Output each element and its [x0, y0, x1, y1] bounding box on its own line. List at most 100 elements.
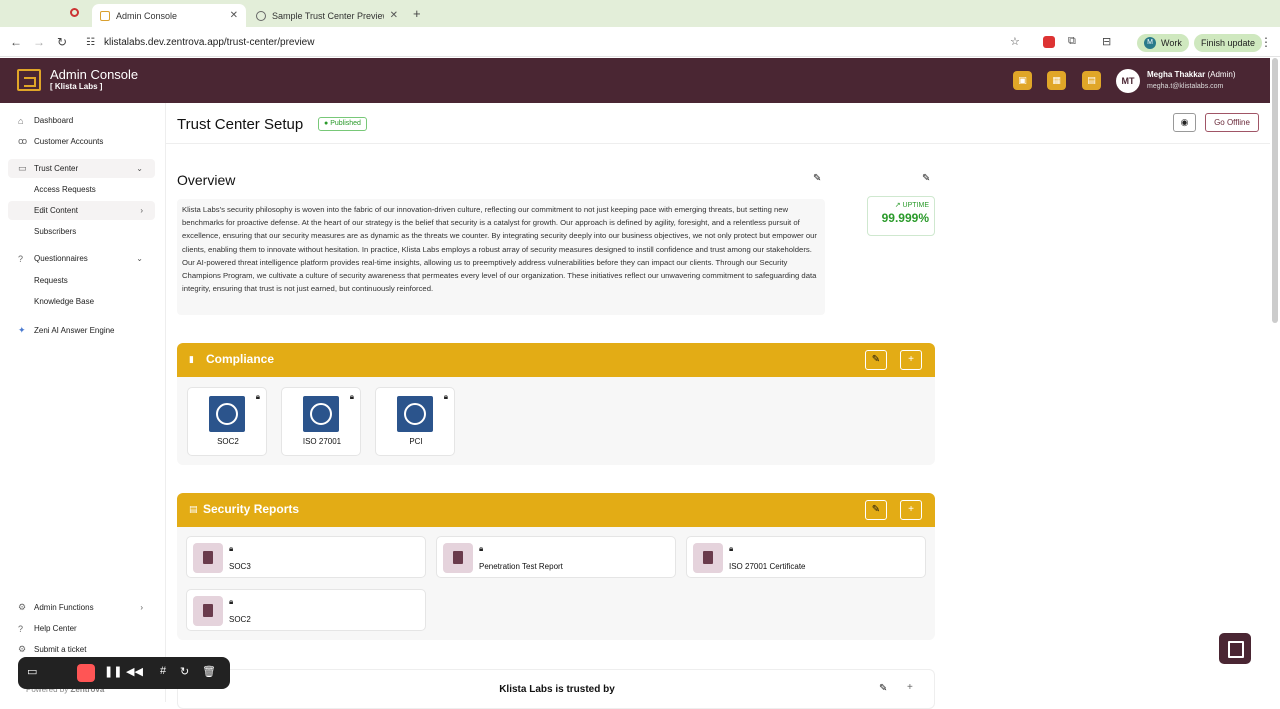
extensions-puzzle-icon[interactable]: ⧉: [1068, 35, 1076, 48]
chevron-right-icon: ›: [140, 206, 143, 215]
report-card-iso27001-cert[interactable]: 🔒︎ ISO 27001 Certificate: [686, 536, 926, 578]
sidebar-item-dashboard[interactable]: ⌂ Dashboard: [8, 111, 155, 130]
site-settings-icon[interactable]: ☷: [86, 37, 95, 48]
tab-admin-console[interactable]: Admin Console ✕: [92, 4, 246, 27]
user-avatar[interactable]: MT: [1116, 69, 1140, 93]
add-report-button[interactable]: +: [900, 500, 922, 520]
edit-trusted-pencil-icon[interactable]: ✎: [879, 683, 887, 694]
sidebar: ⌂ Dashboard ꝏ Customer Accounts ▭ Trust Cen…: [0, 103, 166, 702]
preview-button[interactable]: ◉: [1173, 113, 1196, 132]
sidebar-item-subscribers[interactable]: Subscribers: [8, 222, 155, 241]
plus-icon: +: [908, 504, 914, 515]
sidebar-item-access-requests[interactable]: Access Requests: [8, 180, 155, 199]
forward-icon[interactable]: →: [33, 35, 45, 49]
sidebar-item-knowledge-base[interactable]: Knowledge Base: [8, 292, 155, 311]
new-tab-icon[interactable]: +: [413, 6, 421, 21]
grid-icon[interactable]: #: [160, 665, 166, 677]
sidebar-item-requests[interactable]: Requests: [8, 271, 155, 290]
app-title: Admin Console: [50, 67, 139, 82]
tab-close-icon[interactable]: ✕: [390, 10, 398, 21]
tab-trust-center-preview[interactable]: Sample Trust Center Preview ✕: [248, 4, 406, 27]
trust-center-icon: ▭: [18, 163, 27, 173]
edit-overview-pencil-icon[interactable]: ✎: [813, 173, 821, 184]
globe-icon: [256, 10, 266, 21]
plus-icon: +: [908, 354, 914, 365]
browser-menu-icon[interactable]: ⋮: [1260, 35, 1272, 49]
help-icon: ?: [18, 623, 24, 634]
edit-reports-button[interactable]: ✎: [865, 500, 887, 520]
cert-logo-icon: [303, 396, 339, 432]
document-icon[interactable]: ▤: [1082, 71, 1101, 90]
sidebar-item-label: Submit a ticket: [34, 645, 87, 654]
add-trusted-plus-icon[interactable]: +: [907, 682, 913, 693]
calendar-icon[interactable]: ▣: [1013, 71, 1032, 90]
report-card-soc2[interactable]: 🔒︎ SOC2: [186, 589, 426, 631]
app-logo-icon: [17, 69, 41, 91]
go-offline-button[interactable]: Go Offline: [1205, 113, 1259, 132]
sidebar-item-label: Customer Accounts: [34, 137, 104, 146]
trash-icon[interactable]: 🗑︎: [202, 665, 216, 678]
sidebar-item-zeni-ai[interactable]: ✦ Zeni AI Answer Engine: [8, 321, 155, 340]
uptime-value: 99.999%: [881, 211, 929, 225]
sidebar-item-customer-accounts[interactable]: ꝏ Customer Accounts: [8, 132, 155, 151]
trusted-by-section: Klista Labs is trusted by ✎ +: [177, 669, 935, 709]
reload-icon[interactable]: ↻: [57, 35, 67, 49]
bookmark-star-icon[interactable]: ☆: [1010, 35, 1020, 48]
stop-recording-button[interactable]: [77, 664, 95, 682]
chevron-down-icon: ⌄: [136, 254, 143, 263]
chat-widget-button[interactable]: [1219, 633, 1251, 664]
lock-icon: 🔒︎: [443, 392, 448, 401]
back-icon[interactable]: ←: [10, 35, 22, 49]
trusted-by-title: Klista Labs is trusted by: [499, 684, 615, 695]
sidebar-item-admin-functions[interactable]: ⚙ Admin Functions ›: [8, 598, 155, 617]
add-compliance-button[interactable]: +: [900, 350, 922, 370]
apps-grid-icon[interactable]: ▦: [1047, 71, 1066, 90]
restart-icon[interactable]: ↻: [180, 665, 189, 678]
lock-icon: 🔒︎: [349, 392, 354, 401]
pause-icon[interactable]: ❚❚: [104, 665, 122, 678]
compliance-body: 🔒︎ SOC2 🔒︎ ISO 27001 🔒︎ PCI: [177, 377, 935, 465]
cert-name: SOC2: [217, 437, 239, 446]
eye-icon: ◉: [1180, 117, 1189, 127]
badge-icon: ▮: [189, 354, 194, 364]
sidebar-item-help-center[interactable]: ? Help Center: [8, 619, 155, 638]
finish-update-button[interactable]: Finish update: [1194, 34, 1263, 52]
sidebar-item-label: Edit Content: [34, 206, 79, 215]
questionnaire-icon: ?: [18, 253, 24, 264]
document-icon: [443, 543, 473, 573]
sidebar-item-edit-content[interactable]: Edit Content ›: [8, 201, 155, 220]
compliance-title: Compliance: [206, 352, 275, 366]
report-card-pentest[interactable]: 🔒︎ Penetration Test Report: [436, 536, 676, 578]
file-icon: ▤: [189, 504, 198, 514]
compliance-card-pci[interactable]: 🔒︎ PCI: [375, 387, 455, 456]
camera-icon[interactable]: ▭: [27, 665, 37, 678]
profile-pill[interactable]: M Work: [1137, 34, 1189, 52]
url-field[interactable]: klistalabs.dev.zentrova.app/trust-center…: [104, 37, 314, 48]
browser-tab-strip: Admin Console ✕ Sample Trust Center Prev…: [0, 0, 1280, 27]
tab-search-icon[interactable]: ⊟: [1102, 35, 1111, 48]
lock-icon: 🔒︎: [255, 392, 260, 401]
sidebar-item-label: Subscribers: [34, 227, 77, 236]
compliance-card-iso27001[interactable]: 🔒︎ ISO 27001: [281, 387, 361, 456]
gear-icon: ⚙: [18, 602, 27, 612]
tab-close-icon[interactable]: ✕: [230, 10, 238, 21]
sidebar-item-questionnaires[interactable]: ? Questionnaires ⌄: [8, 249, 155, 268]
compliance-card-soc2[interactable]: 🔒︎ SOC2: [187, 387, 267, 456]
main-content: Trust Center Setup ● Published ◉ Go Offl…: [166, 103, 1270, 709]
cert-logo-icon: [209, 396, 245, 432]
sparkle-icon: ✦: [18, 325, 26, 335]
page-title: Trust Center Setup: [177, 116, 304, 133]
sidebar-item-trust-center[interactable]: ▭ Trust Center ⌄: [8, 159, 155, 178]
cert-logo-icon: [397, 396, 433, 432]
report-card-soc3[interactable]: 🔒︎ SOC3: [186, 536, 426, 578]
extension-icon[interactable]: [1043, 36, 1055, 48]
page-scrollbar[interactable]: [1272, 58, 1278, 323]
cert-name: PCI: [409, 437, 423, 446]
report-name: ISO 27001 Certificate: [729, 562, 806, 571]
edit-compliance-button[interactable]: ✎: [865, 350, 887, 370]
chevron-right-icon: ›: [140, 603, 143, 612]
edit-uptime-pencil-icon[interactable]: ✎: [922, 173, 930, 184]
user-role: (Admin): [1207, 70, 1236, 79]
rewind-icon[interactable]: ◀◀: [126, 665, 143, 678]
users-icon: ꝏ: [18, 136, 28, 146]
